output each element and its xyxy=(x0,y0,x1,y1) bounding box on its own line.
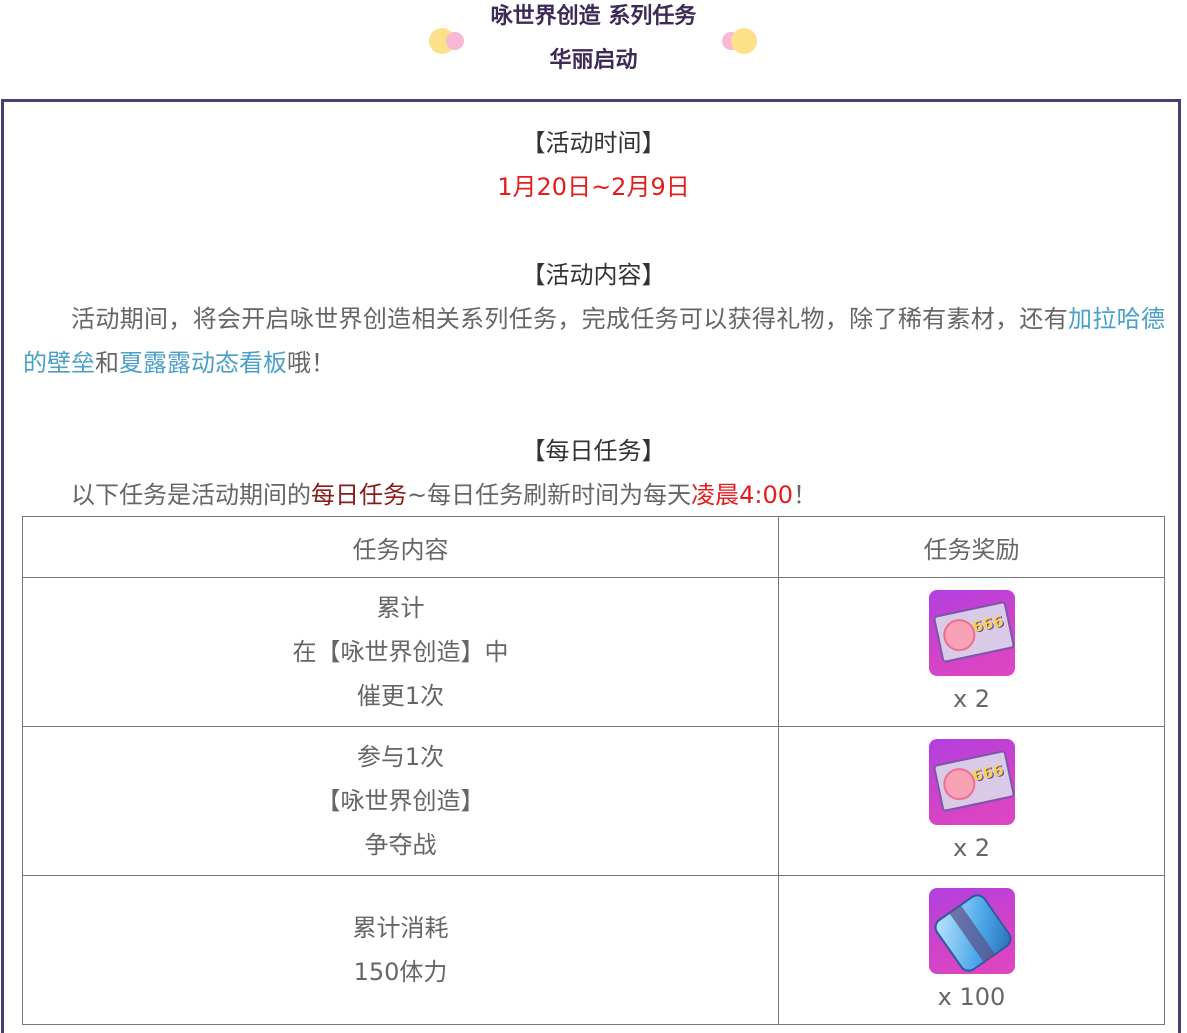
table-row: 累计 在【咏世界创造】中 催更1次 666 x 2 xyxy=(22,577,1165,727)
content-heading: 【活动内容】 xyxy=(521,261,666,289)
refresh-time-highlight: 凌晨4:00 xyxy=(691,481,794,509)
task-line: 150体力 xyxy=(353,958,448,986)
daily-text-mid: ~每日任务刷新时间为每天 xyxy=(407,481,692,509)
battery-shape xyxy=(930,890,1015,974)
task-line: 参与1次 xyxy=(356,743,445,771)
daily-task-table: 任务内容 任务奖励 累计 在【咏世界创造】中 催更1次 666 x 2 参与1次… xyxy=(22,516,1165,1025)
table-row: 累计消耗 150体力 x 100 xyxy=(22,875,1165,1025)
task-line: 【咏世界创造】 xyxy=(316,787,485,815)
page-title-line2: 华丽启动 xyxy=(549,48,638,73)
reward-cell: 666 x 2 xyxy=(778,726,1165,876)
reward-cell: x 100 xyxy=(778,875,1165,1025)
content-text-before: 活动期间，将会开启咏世界创造相关系列任务，完成任务可以获得礼物，除了稀有素材，还… xyxy=(71,305,1069,333)
header-task-content: 任务内容 xyxy=(22,516,779,578)
content-text-mid: 和 xyxy=(95,349,119,377)
header: 咏世界创造 系列任务 华丽启动 xyxy=(0,0,1187,96)
daily-task-highlight: 每日任务 xyxy=(311,481,407,509)
header-task-reward: 任务奖励 xyxy=(778,516,1165,578)
daily-paragraph: 以下任务是活动期间的每日任务~每日任务刷新时间为每天凌晨4:00！ xyxy=(23,473,1165,517)
task-line: 在【咏世界创造】中 xyxy=(292,638,509,666)
reward-count: x 100 xyxy=(937,983,1006,1011)
page-title-line1: 咏世界创造 系列任务 xyxy=(490,4,697,29)
ticket-666-icon[interactable]: 666 xyxy=(928,590,1015,676)
ticket-shape: 666 xyxy=(932,749,1015,813)
table-header-row: 任务内容 任务奖励 xyxy=(22,516,1165,578)
task-line: 争夺战 xyxy=(364,831,437,859)
task-line: 累计消耗 xyxy=(352,914,449,942)
task-line: 催更1次 xyxy=(356,682,445,710)
table-row: 参与1次 【咏世界创造】 争夺战 666 x 2 xyxy=(22,726,1165,876)
ticket-shape: 666 xyxy=(932,600,1015,664)
ticket-number: 666 xyxy=(970,611,1005,636)
task-line: 累计 xyxy=(376,594,425,622)
ticket-666-icon[interactable]: 666 xyxy=(928,739,1015,825)
content-paragraph: 活动期间，将会开启咏世界创造相关系列任务，完成任务可以获得礼物，除了稀有素材，还… xyxy=(23,297,1165,385)
event-page: 咏世界创造 系列任务 华丽启动 【活动时间】 1月20日~2月9日 【活动内容】… xyxy=(0,0,1187,1033)
reward-count: x 2 xyxy=(952,685,991,713)
task-cell: 累计 在【咏世界创造】中 催更1次 xyxy=(22,577,779,727)
reward-count: x 2 xyxy=(952,834,991,862)
reward-cell: 666 x 2 xyxy=(778,577,1165,727)
time-heading: 【活动时间】 xyxy=(521,129,666,157)
ticket-number: 666 xyxy=(970,760,1005,785)
event-dates: 1月20日~2月9日 xyxy=(497,173,690,201)
content-text-after: 哦！ xyxy=(287,349,335,377)
stamina-battery-icon[interactable] xyxy=(928,888,1015,974)
charlotte-board-link[interactable]: 夏露露动态看板 xyxy=(119,349,287,377)
daily-heading: 【每日任务】 xyxy=(521,437,666,465)
task-cell: 参与1次 【咏世界创造】 争夺战 xyxy=(22,726,779,876)
battery-band xyxy=(948,904,996,963)
task-cell: 累计消耗 150体力 xyxy=(22,875,779,1025)
daily-text-after: ！ xyxy=(793,481,818,509)
daily-text-before: 以下任务是活动期间的 xyxy=(71,481,311,509)
